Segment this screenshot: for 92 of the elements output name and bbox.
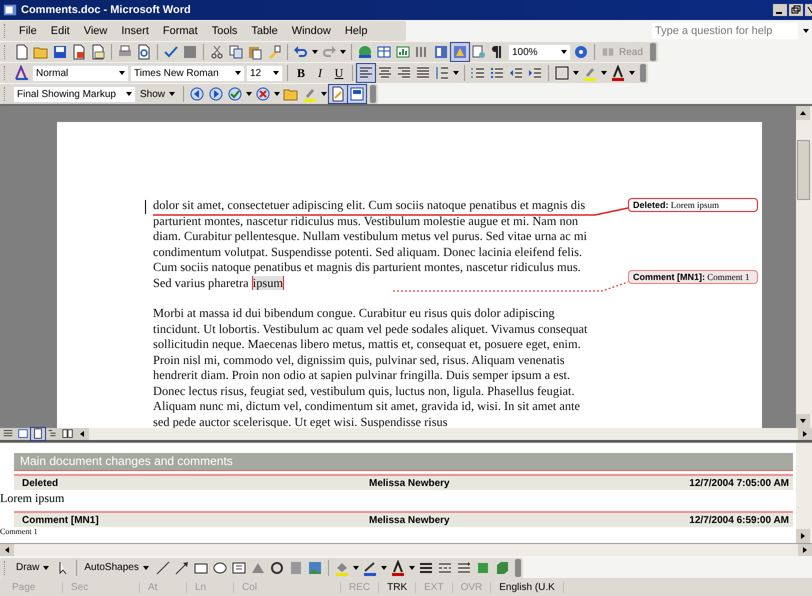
font-dropdown[interactable]: Times New Roman <box>130 64 245 82</box>
menu-item[interactable]: Insert <box>114 25 156 37</box>
reading-layout-icon[interactable] <box>61 428 75 440</box>
style-dropdown[interactable]: Normal <box>32 64 129 82</box>
dropdown-arrow-icon <box>560 48 568 56</box>
menu-item[interactable]: Window <box>284 25 338 37</box>
scroll-down-button[interactable] <box>796 414 810 428</box>
menu-item[interactable]: File <box>12 25 44 37</box>
print-layout-icon[interactable] <box>31 428 45 440</box>
show-menu-button[interactable]: Show <box>137 88 180 100</box>
change-entry-header[interactable]: Comment [MN1] Melissa Newbery 12/7/2004 6:59:00 AM <box>14 511 793 527</box>
reviewing-pane-header: Main document changes and comments <box>14 453 793 471</box>
display-mode-dropdown[interactable]: Final Showing Markup <box>13 86 136 102</box>
align-icon[interactable] <box>357 64 375 82</box>
dropdown-arrow-icon[interactable] <box>339 48 347 56</box>
markup-balloon[interactable]: Comment [MN1]: Comment 1 <box>628 270 758 284</box>
draw-menu-button[interactable]: Draw <box>13 562 54 573</box>
dropdown-arrow-icon[interactable] <box>380 564 388 572</box>
menu-item[interactable]: Edit <box>44 25 77 37</box>
change-entry-text: Lorem ipsum <box>0 490 66 507</box>
close-button[interactable] <box>805 4 812 16</box>
dropdown-arrow-icon <box>168 90 176 98</box>
font-size-dropdown[interactable]: 12 <box>246 64 283 82</box>
menu-item[interactable]: Tools <box>204 25 244 37</box>
minimize-button[interactable] <box>773 4 787 16</box>
dropdown-arrow-icon[interactable] <box>452 69 460 77</box>
toolbar-options-handle[interactable] <box>650 43 656 61</box>
word-document-icon <box>3 3 17 17</box>
accept-icon[interactable] <box>226 85 244 103</box>
underline-button[interactable]: U <box>330 66 348 80</box>
status-indicator: EXT <box>416 582 453 592</box>
window-title: Comments.doc - Microsoft Word <box>21 4 192 16</box>
menu-item[interactable]: Table <box>244 25 285 37</box>
paragraph: dolor sit amet, consectetuer adipiscing elit. Cum sociis natoque penatibus et magnis dis parturient montes, nascetur ridiculus mus. Vestibulum molestie augue et mi. Nam non diam. Curabitur pellentesque. Nullam vestibulum metus vel purus. Sed vitae urna ac mi condimentum volutpat. Suspendisse potenti. Sed aliquam. Donec lacinia eleifend felis. Cum sociis natoque penatibus et magnis dis parturient montes, nascetur ridiculus mus. Sed varius pharetra ipsum <box>153 198 588 291</box>
dropdown-arrow-icon[interactable] <box>628 69 636 77</box>
status-indicator: English (U.K <box>491 582 564 592</box>
copy-icon[interactable] <box>227 43 245 61</box>
status-indicator: Page <box>4 582 63 592</box>
next-icon[interactable] <box>207 85 226 103</box>
dropdown-arrow-icon[interactable] <box>320 90 328 98</box>
status-indicator: TRK <box>379 582 416 592</box>
reviewing-pane-icon[interactable] <box>348 85 366 103</box>
toolbar-options-handle[interactable] <box>514 558 521 576</box>
status-indicator: Ln <box>187 582 234 592</box>
dropdown-arrow-icon <box>118 69 126 77</box>
bold-button[interactable]: B <box>292 66 310 80</box>
dropdown-arrow-icon[interactable] <box>408 564 416 572</box>
autoshapes-menu-button[interactable]: AutoShapes <box>81 562 153 573</box>
dropdown-arrow-icon <box>272 69 280 77</box>
scroll-right-button[interactable] <box>796 529 810 543</box>
toolbar-options-handle[interactable] <box>640 64 646 82</box>
save-icon[interactable] <box>51 43 69 61</box>
scrollbar-thumb[interactable] <box>797 140 810 200</box>
toolbar-options-handle[interactable] <box>370 85 376 103</box>
dropdown-arrow-icon[interactable] <box>245 90 254 98</box>
zoom-dropdown[interactable]: 100% <box>508 44 571 60</box>
status-indicator: REC <box>341 582 380 592</box>
styles-icon[interactable] <box>13 64 31 82</box>
help-icon[interactable] <box>572 43 590 61</box>
change-entry-header[interactable]: Deleted Melissa Newbery 12/7/2004 7:05:00 AM <box>14 474 793 490</box>
reject-icon[interactable] <box>254 85 272 103</box>
previous-icon[interactable] <box>188 85 206 103</box>
markup-balloon[interactable]: Deleted: Lorem ipsum <box>628 198 758 212</box>
change-entry-text: Comment 1 <box>0 527 39 537</box>
dropdown-arrow-icon[interactable] <box>572 69 580 77</box>
book-icon <box>602 46 614 58</box>
menu-item[interactable]: Format <box>156 25 205 37</box>
dropdown-arrow-icon[interactable] <box>311 48 319 56</box>
paragraph: Morbi at massa id dui bibendum congue. Curabitur eu risus quis dolor adipiscing tincidunt. Ut lobortis. Vestibulum ac quam vel pede sodales aliquet. Vivamus consequat sollicitudin neque. Maecenas libero metus, mattis et, consequat et, posuere eget, enim. Proin nisl mi, commodo vel, dignissim quis, pulvinar sed, risus. Aliquam venenatis hendrerit diam. Proin non odio at sapien pulvinar fringilla. Duis semper ipsum a est. Donec lectus risus, feugiat sed, vestibulum quis, luctus non, ligula. Phasellus feugiat. Aliquam nunc mi, dictum vel, condimentum sit amet, gravida id, wisi. In sit amet ante sed pede auctor scelerisque. Ut eget wisi. Suspendisse risus <box>153 306 588 428</box>
thumbnail-icon[interactable] <box>470 43 488 61</box>
dropdown-arrow-icon[interactable] <box>600 69 608 77</box>
dropdown-arrow-icon <box>234 69 242 77</box>
dropdown-arrow-icon <box>142 564 150 572</box>
dropdown-arrow-icon[interactable] <box>352 564 360 572</box>
dropdown-arrow-icon <box>125 90 133 98</box>
status-indicator: OVR <box>452 582 492 592</box>
border-icon[interactable] <box>553 64 571 82</box>
help-question-field[interactable]: Type a question for help <box>652 22 798 38</box>
document-map-icon[interactable] <box>432 43 450 61</box>
dropdown-arrow-icon <box>42 564 50 572</box>
menu-item[interactable]: View <box>76 25 114 37</box>
web-layout-icon[interactable] <box>16 428 30 440</box>
dropdown-arrow-icon[interactable] <box>802 26 810 34</box>
italic-button[interactable]: I <box>311 66 329 80</box>
menu-item[interactable]: Help <box>338 25 374 37</box>
dropdown-arrow-icon[interactable] <box>273 90 282 98</box>
restore-button[interactable] <box>789 4 803 16</box>
status-indicator: At <box>140 582 187 592</box>
font-color-icon[interactable] <box>609 64 627 82</box>
scroll-up-button[interactable] <box>796 106 810 120</box>
status-indicator: Col <box>234 582 341 592</box>
status-indicator: Sec <box>63 582 140 592</box>
